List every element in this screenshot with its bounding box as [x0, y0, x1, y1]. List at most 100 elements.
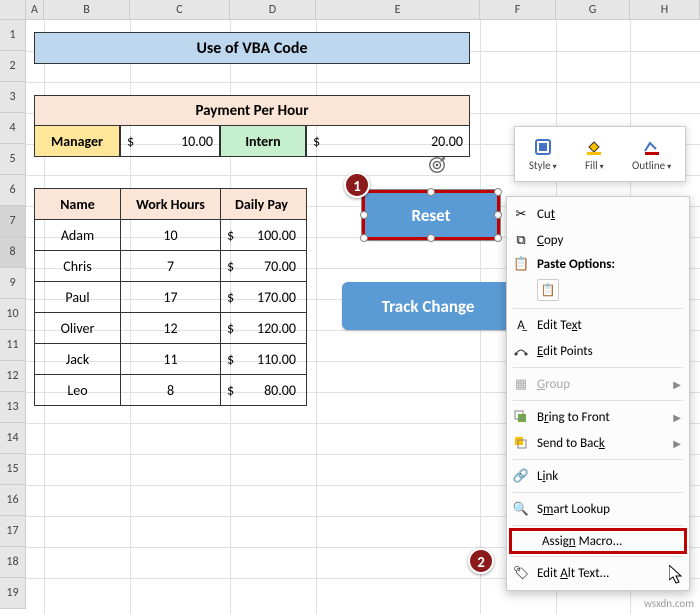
- table-row[interactable]: Adam10$100.00: [35, 220, 307, 251]
- row-7[interactable]: 7: [0, 206, 26, 237]
- row-16[interactable]: 16: [0, 485, 26, 516]
- table-row[interactable]: Jack11$110.00: [35, 344, 307, 375]
- alt-text-icon: 🏷: [513, 565, 529, 581]
- resize-handle[interactable]: [494, 234, 502, 242]
- row-19[interactable]: 19: [0, 578, 26, 609]
- paste-option-button[interactable]: 📋: [537, 279, 559, 301]
- smart-lookup-icon: 🔍: [513, 501, 529, 517]
- separator: [513, 400, 683, 401]
- row-8[interactable]: 8: [0, 237, 26, 268]
- th-hours: Work Hours: [121, 189, 221, 220]
- table-row[interactable]: Oliver12$120.00: [35, 313, 307, 344]
- ctx-edit-text[interactable]: A̲Edit Text: [507, 312, 689, 338]
- resize-handle[interactable]: [427, 188, 435, 196]
- resize-handle[interactable]: [427, 234, 435, 242]
- ctx-group: ▦Group▶: [507, 371, 689, 397]
- fill-dropdown[interactable]: Fill▾: [584, 137, 604, 172]
- row-9[interactable]: 9: [0, 268, 26, 299]
- ctx-bring-front[interactable]: Bring to Front▶: [507, 404, 689, 430]
- submenu-arrow-icon: ▶: [673, 411, 681, 424]
- resize-handle[interactable]: [360, 234, 368, 242]
- send-back-icon: [513, 435, 529, 451]
- manager-label: Manager: [34, 126, 120, 157]
- ctx-paste-row: 📋: [507, 275, 689, 305]
- separator: [513, 492, 683, 493]
- ctx-copy[interactable]: ⧉Copy: [507, 227, 689, 253]
- intern-value[interactable]: $20.00: [306, 126, 470, 157]
- row-5[interactable]: 5: [0, 144, 26, 175]
- table-header-row: Name Work Hours Daily Pay: [35, 189, 307, 220]
- outline-dropdown[interactable]: Outline▾: [632, 137, 671, 172]
- row-11[interactable]: 11: [0, 330, 26, 361]
- table-row[interactable]: Paul17$170.00: [35, 282, 307, 313]
- row-17[interactable]: 17: [0, 516, 26, 547]
- currency-symbol: $: [127, 126, 134, 157]
- submenu-arrow-icon: ▶: [673, 437, 681, 450]
- row-3[interactable]: 3: [0, 82, 26, 113]
- paste-icon: 📋: [513, 257, 529, 272]
- ctx-cut[interactable]: ✂Cut: [507, 201, 689, 227]
- col-B[interactable]: B: [44, 0, 130, 19]
- manager-value[interactable]: $10.00: [120, 126, 220, 157]
- ctx-smart-lookup[interactable]: 🔍Smart Lookup: [507, 496, 689, 522]
- column-headers: A B C D E F G H: [0, 0, 700, 20]
- col-C[interactable]: C: [130, 0, 230, 19]
- edit-points-icon: [513, 343, 529, 359]
- separator: [513, 308, 683, 309]
- intern-label: Intern: [220, 126, 306, 157]
- reset-button[interactable]: Reset: [362, 190, 500, 240]
- intern-pay-value: 20.00: [431, 133, 463, 150]
- pay-row: Manager $10.00 Intern $20.00: [34, 126, 470, 157]
- col-F[interactable]: F: [480, 0, 556, 19]
- ctx-link[interactable]: 🔗Link: [507, 463, 689, 489]
- ctx-edit-points[interactable]: Edit Points: [507, 338, 689, 364]
- track-change-button[interactable]: Track Change: [342, 282, 514, 330]
- ctx-alt-text[interactable]: 🏷Edit Alt Text...: [507, 560, 689, 586]
- col-A[interactable]: A: [26, 0, 44, 19]
- resize-handle[interactable]: [494, 211, 502, 219]
- separator: [513, 367, 683, 368]
- section-header: Payment Per Hour: [34, 95, 470, 126]
- ctx-paste-options-label: 📋Paste Options:: [507, 253, 689, 275]
- th-name: Name: [35, 189, 121, 220]
- bring-front-icon: [513, 409, 529, 425]
- style-icon: [533, 137, 553, 157]
- corner-cell[interactable]: [0, 0, 26, 19]
- row-10[interactable]: 10: [0, 299, 26, 330]
- col-D[interactable]: D: [230, 0, 316, 19]
- manager-pay-value: 10.00: [181, 133, 213, 150]
- callout-badge-2: 2: [468, 548, 494, 574]
- row-18[interactable]: 18: [0, 547, 26, 578]
- row-2[interactable]: 2: [0, 51, 26, 82]
- reset-label: Reset: [412, 205, 451, 226]
- col-E[interactable]: E: [316, 0, 480, 19]
- copy-icon: ⧉: [513, 232, 529, 248]
- resize-handle[interactable]: [494, 188, 502, 196]
- table-row[interactable]: Chris7$70.00: [35, 251, 307, 282]
- row-14[interactable]: 14: [0, 423, 26, 454]
- separator: [513, 459, 683, 460]
- table-row[interactable]: Leo8$80.00: [35, 375, 307, 406]
- mini-toolbar: Style▾ Fill▾ Outline▾: [514, 126, 686, 182]
- currency-symbol: $: [313, 126, 320, 157]
- ctx-send-back[interactable]: Send to Back▶: [507, 430, 689, 456]
- separator: [513, 556, 683, 557]
- style-dropdown[interactable]: Style▾: [529, 137, 557, 172]
- ctx-assign-macro[interactable]: Assign Macro...: [509, 528, 687, 554]
- resize-handle[interactable]: [360, 211, 368, 219]
- goal-seek-icon[interactable]: [428, 156, 446, 174]
- col-H[interactable]: H: [630, 0, 700, 19]
- cursor-icon: [669, 565, 685, 585]
- submenu-arrow-icon: ▶: [673, 378, 681, 391]
- row-headers: 1 2 3 4 5 6 7 8 9 10 11 12 13 14 15 16 1…: [0, 20, 26, 609]
- row-1[interactable]: 1: [0, 20, 26, 51]
- col-G[interactable]: G: [556, 0, 630, 19]
- row-4[interactable]: 4: [0, 113, 26, 144]
- row-13[interactable]: 13: [0, 392, 26, 423]
- row-12[interactable]: 12: [0, 361, 26, 392]
- track-label: Track Change: [382, 296, 475, 317]
- row-6[interactable]: 6: [0, 175, 26, 206]
- row-15[interactable]: 15: [0, 454, 26, 485]
- context-menu: ✂Cut ⧉Copy 📋Paste Options: 📋 A̲Edit Text…: [506, 196, 690, 591]
- title-cell: Use of VBA Code: [34, 32, 470, 64]
